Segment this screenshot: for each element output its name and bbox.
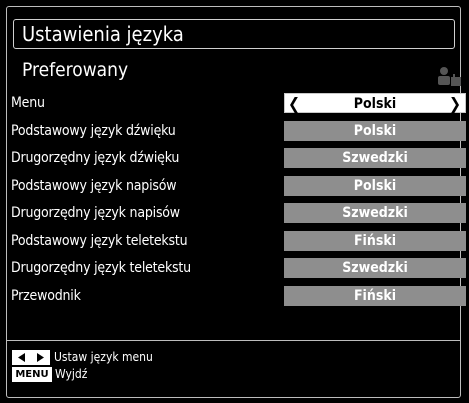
arrow-left-icon[interactable]: ❮ [288, 94, 300, 113]
arrow-right-icon[interactable]: ❯ [449, 94, 461, 113]
person-settings-icon [438, 67, 461, 86]
setting-row-primary-audio[interactable]: Podstawowy język dźwięku Polski [0, 121, 469, 141]
menu-key-icon: MENU [12, 367, 52, 382]
section-title: Preferowany [22, 59, 129, 81]
setting-value-guide[interactable]: Fiński [284, 286, 466, 306]
setting-value-primary-audio[interactable]: Polski [284, 121, 466, 141]
setting-value-secondary-teletext[interactable]: Szwedzki [284, 258, 466, 278]
setting-label: Podstawowy język dźwięku [11, 123, 176, 139]
help-exit-text: Wyjdź [55, 367, 88, 381]
setting-label: Podstawowy język napisów [11, 178, 177, 194]
setting-value-secondary-audio[interactable]: Szwedzki [284, 148, 466, 168]
left-right-keys-icon [12, 350, 50, 365]
setting-row-primary-subtitles[interactable]: Podstawowy język napisów Polski [0, 176, 469, 196]
setting-row-secondary-audio[interactable]: Drugorzędny język dźwięku Szwedzki [0, 148, 469, 168]
setting-row-primary-teletext[interactable]: Podstawowy język teletekstu Fiński [0, 231, 469, 251]
setting-label: Drugorzędny język napisów [11, 205, 180, 221]
setting-value-text: Polski [353, 96, 397, 112]
setting-value-primary-subtitles[interactable]: Polski [284, 176, 466, 196]
setting-label: Drugorzędny język teletekstu [11, 260, 191, 276]
setting-label: Przewodnik [11, 288, 81, 304]
setting-label: Menu [11, 95, 45, 111]
help-navigate-text: Ustaw język menu [54, 350, 153, 364]
setting-value-menu[interactable]: ❮ Polski ❯ [284, 93, 466, 113]
footer-divider [6, 340, 461, 341]
setting-row-secondary-subtitles[interactable]: Drugorzędny język napisów Szwedzki [0, 203, 469, 223]
page-title: Ustawienia języka [22, 22, 184, 46]
setting-row-menu[interactable]: Menu ❮ Polski ❯ [0, 93, 469, 113]
setting-value-primary-teletext[interactable]: Fiński [284, 231, 466, 251]
setting-label: Drugorzędny język dźwięku [11, 150, 180, 166]
setting-value-secondary-subtitles[interactable]: Szwedzki [284, 203, 466, 223]
setting-label: Podstawowy język teletekstu [11, 233, 188, 249]
setting-row-secondary-teletext[interactable]: Drugorzędny język teletekstu Szwedzki [0, 258, 469, 278]
setting-row-guide[interactable]: Przewodnik Fiński [0, 286, 469, 306]
